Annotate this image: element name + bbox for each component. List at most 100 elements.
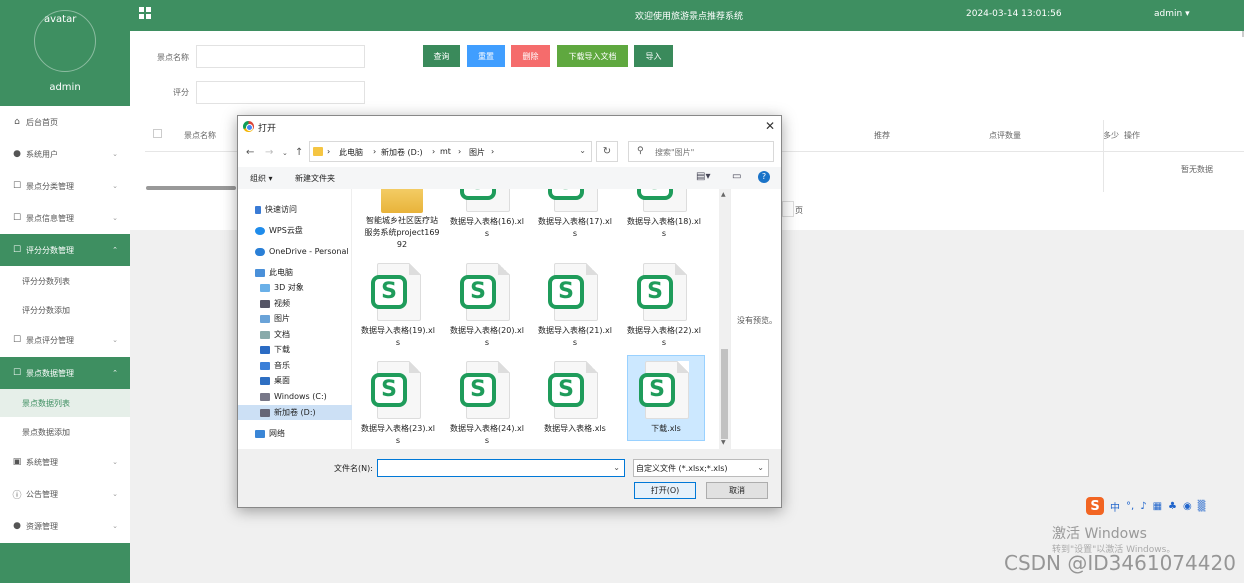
chevron-down-icon: ⌄ (112, 336, 118, 344)
delete-button[interactable]: 删除 (511, 45, 550, 67)
file-item[interactable]: S 数据导入表格(24).xls (449, 361, 525, 447)
select-all-checkbox[interactable] (153, 129, 162, 138)
edit-icon: ☐ (12, 368, 22, 378)
sidebar-item-resource[interactable]: ● 资源管理 ⌄ (0, 510, 130, 542)
sidebar-item-score[interactable]: ☐ 评分分数管理 ⌃ (0, 234, 130, 266)
filename-field[interactable]: ⌄ (377, 459, 625, 477)
organize-menu[interactable]: 组织 ▾ (250, 173, 273, 184)
nav-pictures[interactable]: 图片 (238, 311, 352, 326)
pager-goto-input[interactable] (782, 201, 794, 217)
nav-videos[interactable]: 视频 (238, 296, 352, 311)
address-bar[interactable]: › 此电脑 › 新加卷 (D:) › mt › 图片 › ⌄ (309, 141, 592, 162)
close-icon[interactable]: ✕ (765, 119, 775, 133)
nav-documents[interactable]: 文档 (238, 327, 352, 342)
sidebar-item-users[interactable]: ● 系统用户 ⌄ (0, 138, 130, 170)
sidebar-subitem-data-add[interactable]: 景点数据添加 (0, 418, 130, 446)
nav-onedrive[interactable]: OneDrive - Personal (238, 244, 352, 259)
sidebar-subitem-data-list[interactable]: 景点数据列表 (0, 389, 130, 417)
punctuation-icon[interactable]: °, (1126, 501, 1134, 512)
sidebar-item-label: 景点信息管理 (26, 213, 74, 223)
apps-icon[interactable]: ▒ (1198, 501, 1206, 512)
nav-quick-access[interactable]: 快速访问 (238, 202, 352, 217)
sidebar-item-data[interactable]: ☐ 景点数据管理 ⌃ (0, 357, 130, 389)
file-item[interactable]: S 数据导入表格(23).xls (360, 361, 436, 447)
sidebar-item-system[interactable]: ▣ 系统管理 ⌄ (0, 446, 130, 478)
reset-button[interactable]: 重置 (467, 45, 505, 67)
keyboard-icon[interactable]: ▦ (1153, 501, 1162, 512)
preview-pane-icon[interactable]: ▭ (732, 171, 741, 182)
user-menu[interactable]: admin ▾ (1154, 9, 1190, 19)
nav-this-pc[interactable]: 此电脑 (238, 265, 352, 280)
breadcrumb-drive-d[interactable]: 新加卷 (D:) (381, 147, 423, 158)
folder-item[interactable]: 智能城乡社区医疗站服务系统project16992 (364, 189, 440, 251)
cancel-button[interactable]: 取消 (706, 482, 768, 499)
back-arrow-icon[interactable]: ← (246, 147, 254, 158)
microphone-icon[interactable]: ♪ (1140, 501, 1146, 512)
skin-icon[interactable]: ♣ (1168, 501, 1177, 512)
new-folder-button[interactable]: 新建文件夹 (295, 173, 335, 184)
open-button[interactable]: 打开(O) (634, 482, 696, 499)
nav-downloads[interactable]: 下载 (238, 342, 352, 357)
refresh-button[interactable]: ↻ (596, 141, 618, 162)
pager-suffix: 页 (795, 206, 803, 215)
nav-3d-objects[interactable]: 3D 对象 (238, 280, 352, 295)
nav-label: 网络 (269, 429, 285, 438)
search-input[interactable] (655, 145, 765, 159)
scrollbar-thumb[interactable] (721, 349, 728, 439)
import-button[interactable]: 导入 (634, 45, 673, 67)
up-arrow-icon[interactable]: ↑ (295, 147, 303, 158)
query-button[interactable]: 查询 (423, 45, 460, 67)
view-options-icon[interactable]: ▤▾ (696, 171, 710, 182)
file-item-selected[interactable]: S 下载.xls (627, 355, 705, 441)
nav-wps-cloud[interactable]: WPS云盘 (238, 223, 352, 238)
nav-drive-d[interactable]: 新加卷 (D:) (238, 405, 352, 420)
help-icon[interactable]: ? (758, 171, 770, 183)
grid-menu-icon[interactable] (139, 7, 151, 19)
name-filter-input[interactable] (196, 45, 365, 68)
nav-desktop[interactable]: 桌面 (238, 373, 352, 388)
ime-lang[interactable]: 中 (1110, 499, 1120, 514)
sidebar-subitem-score-list[interactable]: 评分分数列表 (0, 267, 130, 295)
forward-arrow-icon[interactable]: → (265, 147, 273, 158)
file-item[interactable]: S 数据导入表格(22).xls (626, 263, 702, 349)
dialog-titlebar[interactable]: 打开 ✕ (238, 116, 781, 138)
file-item[interactable]: S 数据导入表格(20).xls (449, 263, 525, 349)
edit-icon: ☐ (12, 213, 22, 223)
score-filter-input[interactable] (196, 81, 365, 104)
file-item[interactable]: S 数据导入表格(19).xls (360, 263, 436, 349)
file-item[interactable]: S 数据导入表格(21).xls (537, 263, 613, 349)
file-list-scrollbar[interactable]: ▲ ▼ (719, 189, 730, 449)
file-item[interactable]: S 数据导入表格(17).xls (537, 189, 613, 240)
file-item[interactable]: S 数据导入表格(18).xls (626, 189, 702, 240)
sidebar-item-notice[interactable]: ⓘ 公告管理 ⌄ (0, 478, 130, 510)
nav-drive-c[interactable]: Windows (C:) (238, 389, 352, 404)
recent-chevron-icon[interactable]: ⌄ (282, 149, 288, 157)
search-box[interactable]: ⚲ (628, 141, 774, 162)
chevron-down-icon[interactable]: ⌄ (579, 146, 586, 155)
breadcrumb-pictures[interactable]: 图片 (469, 147, 485, 158)
datetime: 2024-03-14 13:01:56 (966, 9, 1062, 19)
column-header-name[interactable]: 景点名称 (184, 130, 216, 141)
chevron-down-icon[interactable]: ⌄ (613, 463, 620, 472)
column-header-recommend[interactable]: 推荐 (874, 130, 890, 141)
column-header-review-count[interactable]: 点评数量 (989, 130, 1021, 141)
sidebar-item-home[interactable]: ⌂ 后台首页 (0, 106, 130, 138)
sidebar-item-category[interactable]: ☐ 景点分类管理 ⌄ (0, 170, 130, 202)
scroll-up-icon[interactable]: ▲ (721, 191, 726, 198)
user-icon: ● (13, 149, 21, 159)
breadcrumb-mt[interactable]: mt (440, 147, 451, 156)
ime-toolbar[interactable]: S 中 °, ♪ ▦ ♣ ◉ ▒ (1086, 496, 1205, 516)
table-horizontal-scrollbar[interactable] (146, 186, 236, 190)
game-icon[interactable]: ◉ (1183, 501, 1192, 512)
file-item[interactable]: S 数据导入表格.xls (537, 361, 613, 435)
scroll-down-icon[interactable]: ▼ (721, 439, 726, 446)
nav-music[interactable]: 音乐 (238, 358, 352, 373)
download-template-button[interactable]: 下载导入文档 (557, 45, 628, 67)
sidebar-subitem-score-add[interactable]: 评分分数添加 (0, 296, 130, 324)
nav-network[interactable]: 网络 (238, 426, 352, 441)
filetype-select[interactable]: 自定义文件 (*.xlsx;*.xls) ⌄ (633, 459, 769, 477)
file-item[interactable]: S 数据导入表格(16).xls (449, 189, 525, 240)
sidebar-item-rating[interactable]: ☐ 景点评分管理 ⌄ (0, 324, 130, 356)
sidebar-item-info[interactable]: ☐ 景点信息管理 ⌄ (0, 202, 130, 234)
breadcrumb-this-pc[interactable]: 此电脑 (339, 147, 363, 158)
